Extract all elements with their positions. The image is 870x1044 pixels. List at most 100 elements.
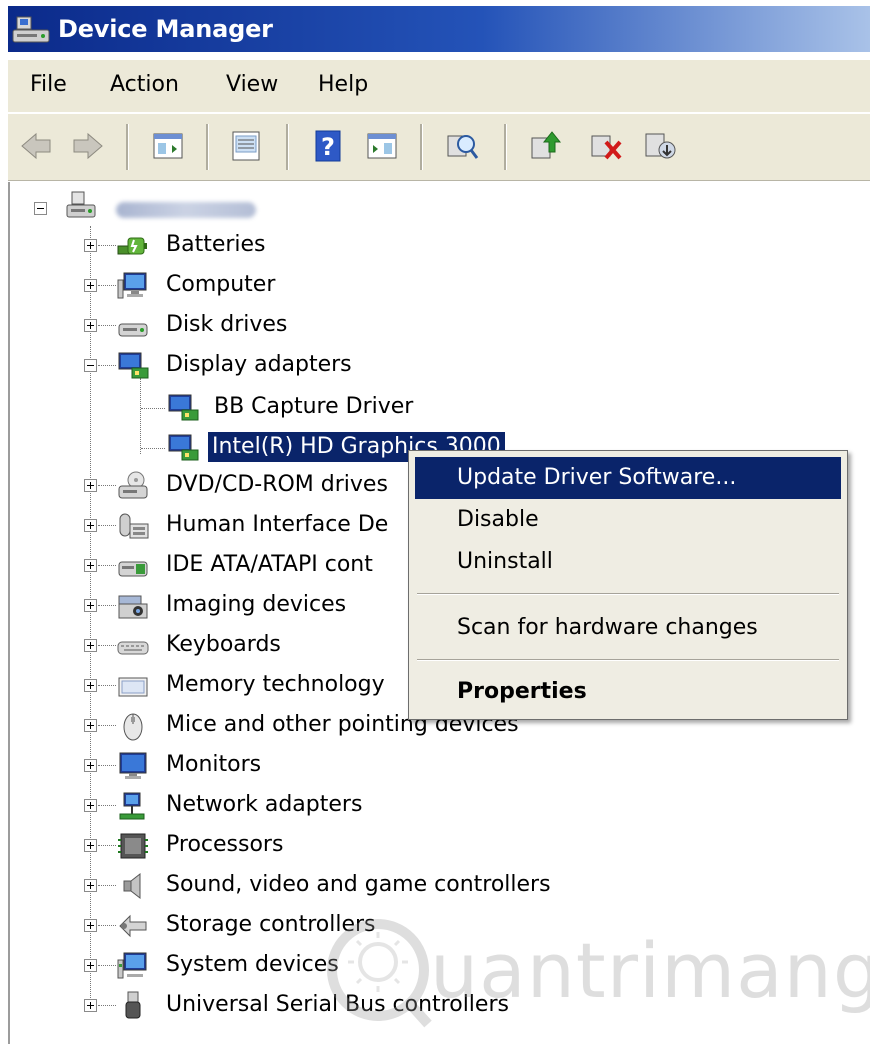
category-expand-toggle[interactable] [84,839,97,852]
category-expand-toggle[interactable] [84,679,97,692]
category-expand-toggle[interactable] [84,599,97,612]
show-hide-tree-icon[interactable] [150,128,186,164]
category-expand-toggle[interactable] [84,879,97,892]
menu-view[interactable]: View [226,72,278,97]
category-expand-toggle[interactable] [84,959,97,972]
menu-update-driver-software[interactable]: Update Driver Software... [415,457,841,499]
tree-connector [98,485,116,486]
menu-uninstall[interactable]: Uninstall [415,541,841,583]
menu-separator [417,659,839,661]
category-label[interactable]: Sound, video and game controllers [166,870,551,900]
tree-connector [98,1005,116,1006]
speaker-icon [116,870,150,902]
root-collapse-toggle[interactable] [34,202,47,215]
uninstall-device-icon[interactable] [642,128,678,164]
disk-drive-icon [116,310,150,342]
back-icon[interactable] [18,128,54,164]
watermark-text: uantrimang [430,926,870,1015]
menu-file[interactable]: File [30,72,67,97]
category-label[interactable]: Imaging devices [166,590,346,620]
category-expand-toggle[interactable] [84,759,97,772]
category-label[interactable]: Monitors [166,750,261,780]
computer-icon [116,270,150,302]
forward-icon[interactable] [70,128,106,164]
toolbar: ? [8,114,870,181]
category-expand-toggle[interactable] [84,559,97,572]
category-expand-toggle[interactable] [84,719,97,732]
menu-bar: File Action View Help [8,60,870,112]
category-label[interactable]: System devices [166,950,339,980]
category-label[interactable]: Computer [166,270,275,300]
menu-help[interactable]: Help [318,72,368,97]
tree-connector [98,885,116,886]
tree-connector [140,378,141,454]
tree-connector [141,448,165,449]
menu-disable[interactable]: Disable [415,499,841,541]
processor-icon [116,830,150,862]
category-label[interactable]: Display adapters [166,350,352,380]
ide-icon [116,550,150,582]
tree-connector [98,845,116,846]
action-pane-icon[interactable] [364,128,400,164]
category-label[interactable]: IDE ATA/ATAPI cont [166,550,373,580]
mouse-icon [116,710,150,742]
category-expand-toggle[interactable] [84,479,97,492]
toolbar-separator [504,124,507,170]
display-adapter-icon [166,392,200,424]
category-expand-toggle[interactable] [84,519,97,532]
tree-connector [98,685,116,686]
update-driver-icon[interactable] [528,128,564,164]
tree-connector [141,408,165,409]
category-expand-toggle[interactable] [84,279,97,292]
window-title: Device Manager [58,15,273,43]
category-label[interactable]: Human Interface De [166,510,388,540]
category-label[interactable]: Disk drives [166,310,287,340]
tree-connector [98,245,116,246]
tree-connector [98,645,116,646]
display-adapter-icon [116,350,150,382]
system-devices-icon [116,950,150,982]
device-bb-capture-driver[interactable]: BB Capture Driver [214,392,413,422]
category-label[interactable]: Network adapters [166,790,362,820]
toolbar-separator [126,124,129,170]
category-expand-toggle[interactable] [84,999,97,1012]
network-icon [116,790,150,822]
dvd-drive-icon [116,470,150,502]
menu-scan-hardware-changes[interactable]: Scan for hardware changes [415,607,841,649]
title-bar[interactable]: Device Manager [8,6,870,52]
memory-icon [116,670,150,702]
tree-connector [98,965,116,966]
usb-icon [116,990,150,1022]
menu-properties[interactable]: Properties [415,671,841,713]
menu-action[interactable]: Action [110,72,179,97]
category-label[interactable]: Memory technology [166,670,385,700]
category-expand-toggle[interactable] [84,319,97,332]
toolbar-separator [420,124,423,170]
category-label[interactable]: Keyboards [166,630,281,660]
category-expand-toggle[interactable] [84,919,97,932]
category-expand-toggle[interactable] [84,799,97,812]
category-expand-toggle[interactable] [84,239,97,252]
category-label[interactable]: Batteries [166,230,266,260]
help-icon[interactable]: ? [310,128,346,164]
tree-connector [98,725,116,726]
camera-icon [116,590,150,622]
tree-connector [98,325,116,326]
scan-hardware-icon[interactable] [444,128,480,164]
properties-icon[interactable] [228,128,264,164]
tree-connector [98,605,116,606]
computer-root-icon [64,190,98,222]
tree-connector [98,765,116,766]
category-expand-toggle[interactable] [84,639,97,652]
toolbar-separator [206,124,209,170]
category-label[interactable]: DVD/CD-ROM drives [166,470,388,500]
category-expand-toggle[interactable] [84,359,97,372]
hid-icon [116,510,150,542]
category-label[interactable]: Processors [166,830,283,860]
battery-icon [116,230,150,262]
disable-device-icon[interactable] [588,128,624,164]
tree-connector [98,925,116,926]
tree-connector [90,226,91,1012]
storage-icon [116,910,150,942]
tree-connector [98,565,116,566]
